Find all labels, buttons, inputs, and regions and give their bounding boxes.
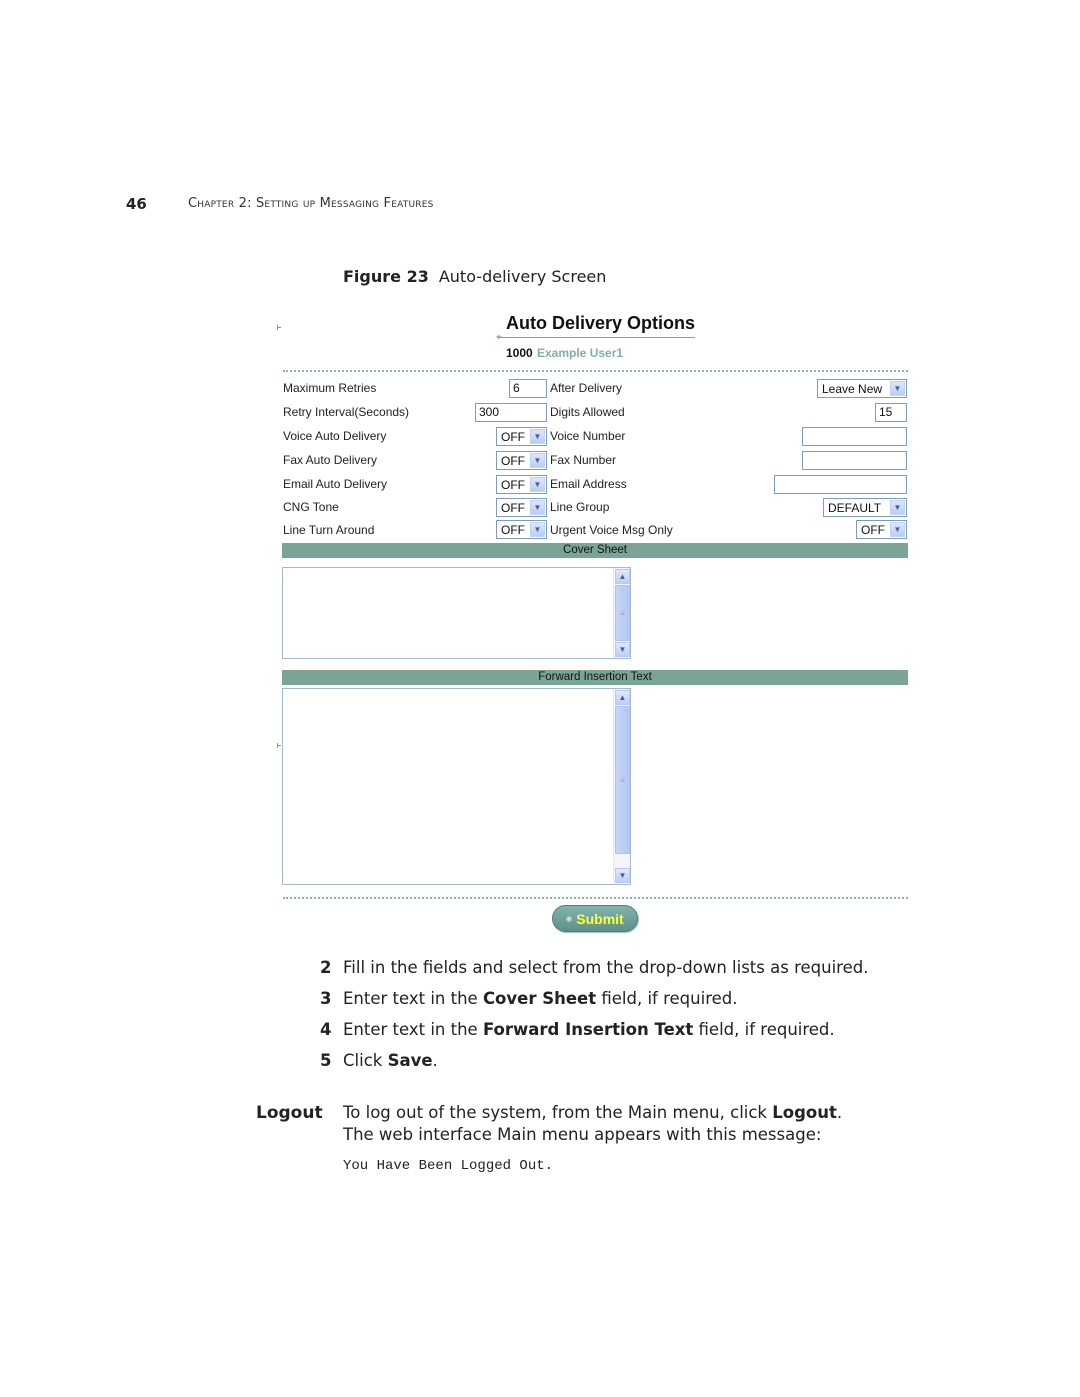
forward-insertion-header: Forward Insertion Text [282, 670, 908, 685]
line-group-select[interactable]: DEFAULT ▼ [823, 498, 907, 517]
scrollbar-thumb[interactable]: ≡ [615, 585, 630, 641]
label-after-delivery: After Delivery [550, 381, 623, 395]
submit-label: Submit [576, 910, 624, 927]
scrollbar-thumb[interactable]: ≡ [615, 706, 630, 854]
label-fax-auto-delivery: Fax Auto Delivery [283, 453, 378, 467]
chevron-down-icon[interactable]: ▼ [530, 500, 545, 515]
step-number: 4 [320, 1020, 332, 1039]
chevron-up-icon[interactable]: ▲ [615, 569, 630, 584]
title-underline [497, 337, 695, 338]
label-voice-number: Voice Number [550, 429, 626, 443]
select-value: OFF [501, 477, 525, 492]
step-emphasis: Forward Insertion Text [482, 1020, 694, 1039]
step-text: Enter text in the [343, 1020, 483, 1039]
label-line-group: Line Group [550, 500, 610, 514]
step-text: Enter text in the [343, 989, 483, 1008]
label-urgent-voice-msg-only: Urgent Voice Msg Only [550, 523, 673, 537]
voice-number-input[interactable] [802, 427, 907, 446]
chevron-down-icon[interactable]: ▼ [890, 500, 905, 515]
label-cng-tone: CNG Tone [283, 500, 339, 514]
page-number: 46 [126, 195, 147, 213]
chevron-down-icon[interactable]: ▼ [615, 642, 630, 657]
submit-button[interactable]: Submit [552, 905, 638, 932]
logout-heading: Logout [256, 1103, 323, 1123]
select-value: OFF [501, 453, 525, 468]
logout-message: You Have Been Logged Out. [343, 1158, 554, 1174]
logout-text-end: . [836, 1103, 843, 1122]
label-fax-number: Fax Number [550, 453, 617, 467]
cover-sheet-textarea[interactable]: ▲ ≡ ▼ [282, 567, 631, 659]
label-email-auto-delivery: Email Auto Delivery [283, 477, 388, 491]
retry-interval-input[interactable]: 300 [475, 403, 547, 422]
logout-emphasis: Logout [772, 1103, 837, 1122]
cover-sheet-header: Cover Sheet [282, 543, 908, 558]
label-digits-allowed: Digits Allowed [550, 405, 625, 419]
margin-tick-icon [277, 325, 281, 330]
select-value: DEFAULT [828, 500, 882, 515]
maximum-retries-input[interactable]: 6 [509, 379, 547, 398]
chevron-down-icon[interactable]: ▼ [615, 868, 630, 883]
chevron-down-icon[interactable]: ▼ [530, 453, 545, 468]
label-voice-auto-delivery: Voice Auto Delivery [283, 429, 387, 443]
line-turn-around-select[interactable]: OFF ▼ [496, 520, 547, 539]
scrollbar[interactable]: ▲ ≡ ▼ [613, 568, 630, 658]
margin-tick-icon [277, 743, 281, 748]
step-item: 3 Enter text in the Cover Sheet field, if… [320, 989, 737, 1008]
screen-title: Auto Delivery Options [506, 313, 696, 333]
label-retry-interval: Retry Interval(Seconds) [283, 405, 410, 419]
figure-caption: Figure 23 Auto-delivery Screen [343, 267, 606, 286]
bottom-divider [283, 897, 908, 899]
email-address-input[interactable] [774, 475, 907, 494]
step-emphasis: Save [387, 1051, 433, 1070]
fax-auto-delivery-select[interactable]: OFF ▼ [496, 451, 547, 470]
figure-title: Auto-delivery Screen [438, 267, 607, 286]
label-line-turn-around: Line Turn Around [283, 523, 375, 537]
logout-description: The web interface Main menu appears with… [343, 1125, 822, 1144]
email-auto-delivery-select[interactable]: OFF ▼ [496, 475, 547, 494]
user-name: Example User1 [537, 346, 624, 360]
scrollbar[interactable]: ▲ ≡ ▼ [613, 689, 630, 884]
step-item: 4 Enter text in the Forward Insertion Tex… [320, 1020, 835, 1039]
select-value: OFF [861, 522, 885, 537]
after-delivery-select[interactable]: Leave New ▼ [817, 379, 907, 398]
chevron-down-icon[interactable]: ▼ [530, 522, 545, 537]
chevron-down-icon[interactable]: ▼ [890, 522, 905, 537]
step-number: 5 [320, 1051, 332, 1070]
digits-allowed-input[interactable]: 15 [875, 403, 907, 422]
step-number: 2 [320, 958, 332, 977]
step-text: field, if required. [596, 989, 738, 1008]
forward-insertion-textarea[interactable]: ▲ ≡ ▼ [282, 688, 631, 885]
step-item: 5 Click Save. [320, 1051, 438, 1070]
label-email-address: Email Address [550, 477, 627, 491]
step-text: Fill in the fields and select from the d… [343, 958, 869, 977]
chevron-up-icon[interactable]: ▲ [615, 690, 630, 705]
label-maximum-retries: Maximum Retries [283, 381, 377, 395]
chevron-down-icon[interactable]: ▼ [890, 381, 905, 396]
user-extension: 1000 [506, 346, 533, 360]
select-value: Leave New [822, 381, 883, 396]
bullet-icon [566, 915, 573, 922]
step-text: Click [343, 1051, 388, 1070]
urgent-voice-msg-only-select[interactable]: OFF ▼ [856, 520, 907, 539]
chapter-heading: Chapter 2: Setting up Messaging Features [188, 196, 434, 211]
step-text: field, if required. [693, 1020, 835, 1039]
select-value: OFF [501, 429, 525, 444]
voice-auto-delivery-select[interactable]: OFF ▼ [496, 427, 547, 446]
cng-tone-select[interactable]: OFF ▼ [496, 498, 547, 517]
chevron-down-icon[interactable]: ▼ [530, 477, 545, 492]
fax-number-input[interactable] [802, 451, 907, 470]
select-value: OFF [501, 522, 525, 537]
select-value: OFF [501, 500, 525, 515]
chevron-down-icon[interactable]: ▼ [530, 429, 545, 444]
step-emphasis: Cover Sheet [482, 989, 597, 1008]
figure-label: Figure 23 [343, 267, 429, 286]
step-item: 2 Fill in the fields and select from the … [320, 958, 868, 977]
step-text: . [432, 1051, 438, 1070]
logout-instruction: To log out of the system, from the Main … [343, 1103, 842, 1122]
logout-text: To log out of the system, from the Main … [343, 1103, 773, 1122]
top-divider [283, 370, 908, 372]
step-number: 3 [320, 989, 332, 1008]
